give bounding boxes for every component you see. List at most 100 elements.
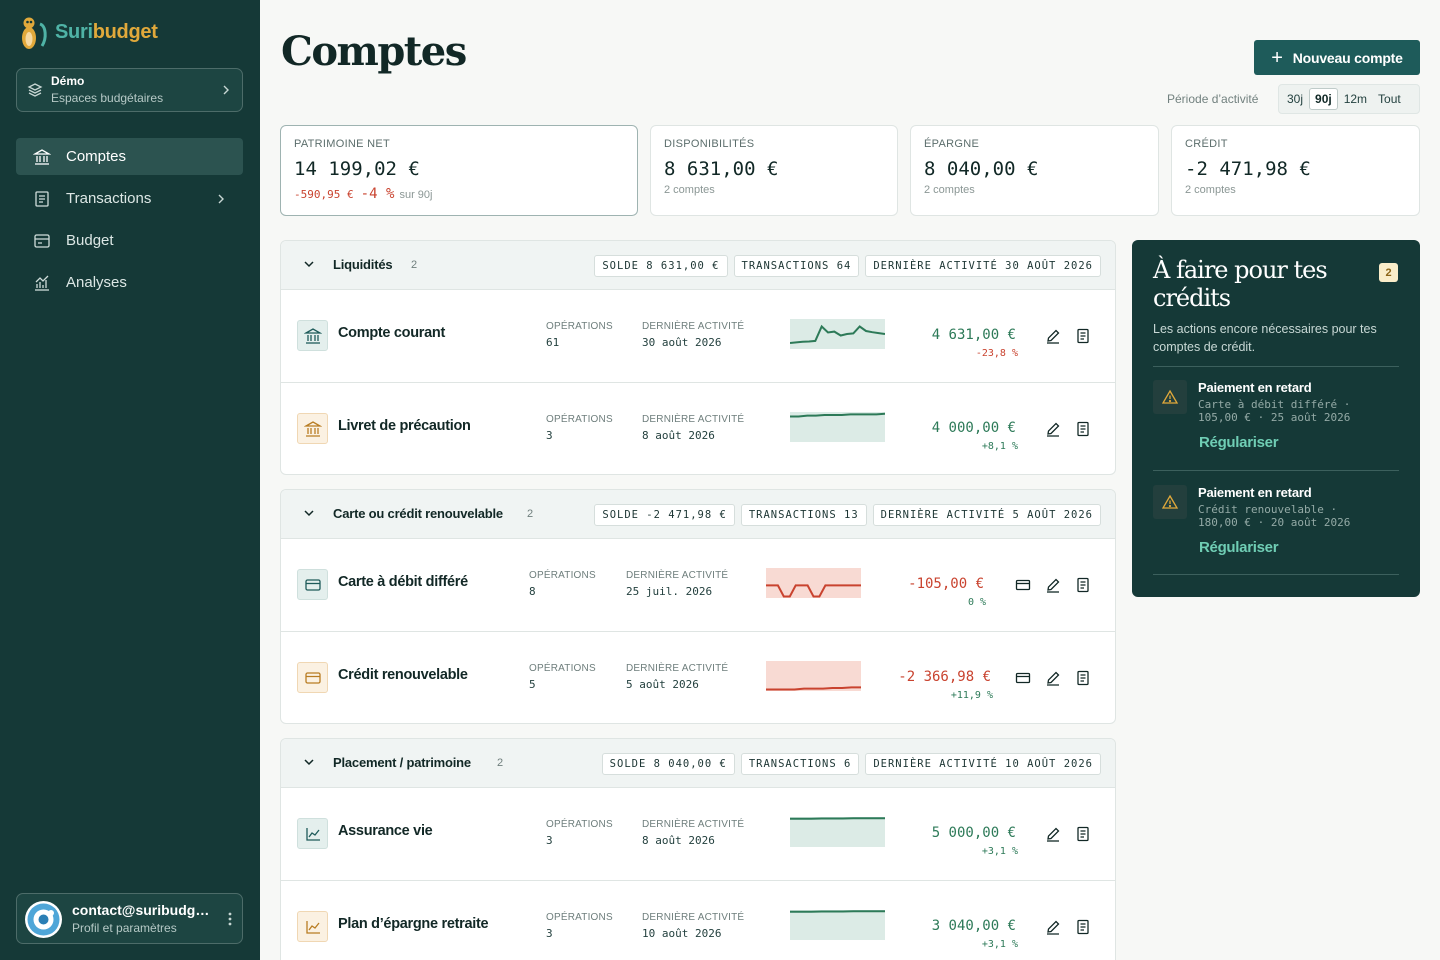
user-menu[interactable]: contact@suribudget.fr Profil et paramètr… xyxy=(16,893,243,944)
period-option-90j[interactable]: 90j xyxy=(1309,88,1338,110)
sidebar-item-label: Transactions xyxy=(66,190,152,207)
group-solde-chip: SOLDE 8 631,00 € xyxy=(594,255,728,277)
new-account-button[interactable]: + Nouveau compte xyxy=(1254,40,1420,75)
group-solde-chip: SOLDE 8 040,00 € xyxy=(601,753,735,775)
sidebar-item-budget[interactable]: Budget xyxy=(16,222,243,259)
account-group-liquidites: Liquidités 2 SOLDE 8 631,00 € TRANSACTIO… xyxy=(280,240,1116,475)
sidebar-item-comptes[interactable]: Comptes xyxy=(16,138,243,175)
kpi-delta-suffix: sur 90j xyxy=(399,189,433,201)
kpi-value: 14 199,02 € xyxy=(294,158,420,180)
account-row[interactable]: Livret de précaution OPÉRATIONS 3 DERNIÈ… xyxy=(281,383,1115,474)
workspace-switcher[interactable]: Démo Espaces budgétaires xyxy=(16,68,243,112)
account-pct: 0 % xyxy=(967,597,986,608)
todo-item-title: Paiement en retard xyxy=(1198,485,1312,500)
sparkline xyxy=(790,319,885,349)
account-row[interactable]: Plan d’épargne retraite OPÉRATIONS 3 DER… xyxy=(281,881,1115,960)
sparkline-area xyxy=(766,568,861,598)
account-name: Livret de précaution xyxy=(338,418,471,434)
kpi-credit[interactable]: CRÉDIT -2 471,98 € 2 comptes xyxy=(1171,125,1420,216)
logo[interactable]: Suribudget xyxy=(20,14,158,50)
kpi-sub: 2 comptes xyxy=(1185,184,1236,196)
details-icon[interactable] xyxy=(1074,669,1092,687)
kpi-label: CRÉDIT xyxy=(1185,138,1228,150)
account-row[interactable]: Crédit renouvelable OPÉRATIONS 5 DERNIÈR… xyxy=(281,632,1115,723)
chevron-down-icon[interactable] xyxy=(303,260,315,268)
details-icon[interactable] xyxy=(1074,918,1092,936)
operations-count: 8 xyxy=(529,585,536,598)
brand-name-b: budget xyxy=(92,20,158,43)
kpi-net-worth[interactable]: PATRIMOINE NET 14 199,02 € -590,95 € -4 … xyxy=(280,125,638,216)
chevron-down-icon[interactable] xyxy=(303,509,315,517)
kpi-epargne[interactable]: ÉPARGNE 8 040,00 € 2 comptes xyxy=(910,125,1159,216)
todo-item-account: Carte à débit différé · xyxy=(1198,398,1351,411)
edit-icon[interactable] xyxy=(1044,669,1062,687)
sparkline-area xyxy=(766,661,861,691)
operations-count: 3 xyxy=(546,429,553,442)
group-last-activity-chip: DERNIÈRE ACTIVITÉ 10 AOÛT 2026 xyxy=(865,753,1101,775)
edit-icon[interactable] xyxy=(1044,420,1062,438)
details-icon[interactable] xyxy=(1074,825,1092,843)
period-selector: 30j 90j 12m Tout xyxy=(1278,84,1420,114)
sparkline xyxy=(790,910,885,940)
edit-icon[interactable] xyxy=(1044,825,1062,843)
details-icon[interactable] xyxy=(1074,420,1092,438)
details-icon[interactable] xyxy=(1074,327,1092,345)
kpi-delta-amount: -590,95 € xyxy=(294,188,354,201)
group-last-activity-chip: DERNIÈRE ACTIVITÉ 5 AOÛT 2026 xyxy=(872,504,1101,526)
group-header[interactable]: Liquidités 2 SOLDE 8 631,00 € TRANSACTIO… xyxy=(281,241,1115,290)
account-row[interactable]: Assurance vie OPÉRATIONS 3 DERNIÈRE ACTI… xyxy=(281,788,1115,881)
todo-title: À faire pour tes crédits xyxy=(1153,256,1328,312)
account-name: Carte à débit différé xyxy=(338,574,468,590)
chevron-down-icon[interactable] xyxy=(303,758,315,766)
kpi-delta: -590,95 € -4 % sur 90j xyxy=(294,186,432,202)
sidebar-item-transactions[interactable]: Transactions xyxy=(16,180,243,217)
layers-icon xyxy=(27,83,43,97)
edit-icon[interactable] xyxy=(1044,327,1062,345)
last-activity-date: 10 août 2026 xyxy=(642,927,722,940)
todo-item-title: Paiement en retard xyxy=(1198,380,1312,395)
account-row[interactable]: Carte à débit différé OPÉRATIONS 8 DERNI… xyxy=(281,539,1115,632)
todo-item-details: 105,00 € · 25 août 2026 xyxy=(1198,411,1351,424)
account-amount: -105,00 € xyxy=(908,576,984,592)
account-amount: 4 631,00 € xyxy=(931,327,1016,343)
account-name: Plan d’épargne retraite xyxy=(338,916,489,932)
account-row[interactable]: Compte courant OPÉRATIONS 61 DERNIÈRE AC… xyxy=(281,290,1115,383)
kpi-label: ÉPARGNE xyxy=(924,138,980,150)
kpi-label: PATRIMOINE NET xyxy=(294,138,391,150)
edit-icon[interactable] xyxy=(1044,918,1062,936)
kpi-disponibilites[interactable]: DISPONIBILITÉS 8 631,00 € 2 comptes xyxy=(650,125,898,216)
edit-icon[interactable] xyxy=(1044,576,1062,594)
account-name: Assurance vie xyxy=(338,823,433,839)
meerkat-logo-icon xyxy=(22,17,47,49)
card-icon xyxy=(297,569,328,600)
card-icon[interactable] xyxy=(1014,669,1032,687)
group-chips: SOLDE -2 471,98 € TRANSACTIONS 13 DERNIÈ… xyxy=(588,504,1101,526)
account-group-credit: Carte ou crédit renouvelable 2 SOLDE -2 … xyxy=(280,489,1116,724)
chart-icon xyxy=(33,274,51,292)
more-vertical-icon[interactable] xyxy=(228,911,232,927)
last-activity-label: DERNIÈRE ACTIVITÉ xyxy=(642,819,745,830)
group-chips: SOLDE 8 040,00 € TRANSACTIONS 6 DERNIÈRE… xyxy=(596,753,1101,775)
account-amount: 3 040,00 € xyxy=(931,918,1016,934)
last-activity-label: DERNIÈRE ACTIVITÉ xyxy=(642,321,745,332)
last-activity-label: DERNIÈRE ACTIVITÉ xyxy=(626,570,729,581)
card-icon[interactable] xyxy=(1014,576,1032,594)
todo-item-details: 180,00 € · 20 août 2026 xyxy=(1198,516,1351,529)
sparkline xyxy=(766,661,861,691)
chart-icon xyxy=(297,911,328,942)
todo-item: Paiement en retard Crédit renouvelable ·… xyxy=(1153,472,1399,572)
operations-label: OPÉRATIONS xyxy=(529,570,596,581)
kpi-value: -2 471,98 € xyxy=(1185,158,1311,180)
regularize-button[interactable]: Régulariser xyxy=(1199,539,1279,556)
details-icon[interactable] xyxy=(1074,576,1092,594)
period-option-tout[interactable]: Tout xyxy=(1373,88,1406,110)
period-option-30j[interactable]: 30j xyxy=(1282,88,1308,110)
group-header[interactable]: Carte ou crédit renouvelable 2 SOLDE -2 … xyxy=(281,490,1115,539)
period-option-12m[interactable]: 12m xyxy=(1339,88,1372,110)
group-header[interactable]: Placement / patrimoine 2 SOLDE 8 040,00 … xyxy=(281,739,1115,788)
bank-icon xyxy=(297,320,328,351)
last-activity-label: DERNIÈRE ACTIVITÉ xyxy=(642,414,745,425)
workspace-subtitle: Espaces budgétaires xyxy=(51,91,164,105)
sidebar-item-analyses[interactable]: Analyses xyxy=(16,264,243,301)
regularize-button[interactable]: Régulariser xyxy=(1199,434,1279,451)
